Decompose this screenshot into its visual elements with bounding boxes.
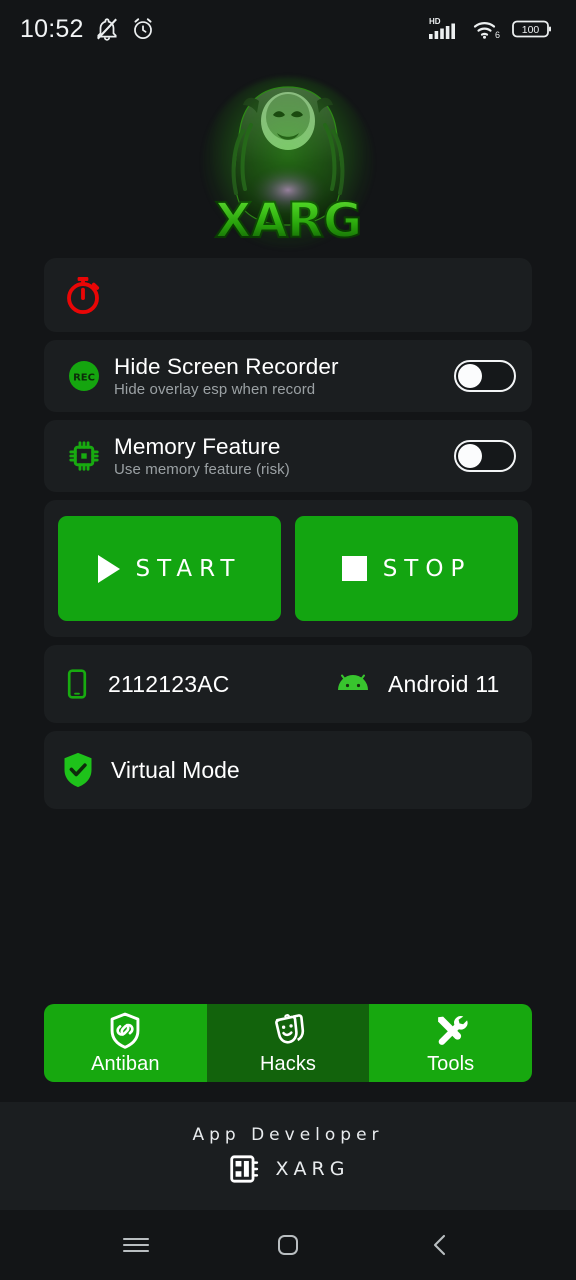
hide-screen-recorder-text: Hide Screen Recorder Hide overlay esp wh… <box>110 353 454 400</box>
stopwatch-icon <box>67 276 100 314</box>
wifi-generation-label: 6 <box>495 30 500 40</box>
stop-button-label: STOP <box>382 555 472 582</box>
xarg-logo: XARG <box>193 71 383 256</box>
theater-masks-icon <box>275 1013 305 1044</box>
footer-title: App Developer <box>192 1125 384 1145</box>
timer-card[interactable] <box>44 258 532 332</box>
shield-check-icon <box>64 752 92 788</box>
tab-tools-label: Tools <box>427 1052 475 1075</box>
tab-hacks[interactable]: Hacks <box>206 1004 370 1082</box>
smartphone-icon <box>67 669 87 699</box>
android-icon <box>338 674 368 690</box>
footer-developer-row: XARG <box>227 1151 350 1187</box>
device-os-label: Android 11 <box>388 670 500 697</box>
hide-screen-recorder-title: Hide Screen Recorder <box>114 353 339 379</box>
signal-bars-icon: HD <box>429 17 455 39</box>
main-content: REC Hide Screen Recorder Hide overlay es… <box>0 258 576 1004</box>
toggle-knob <box>458 364 482 388</box>
back-button[interactable] <box>410 1220 470 1270</box>
tab-tools[interactable]: Tools <box>369 1004 532 1082</box>
chevron-left-icon <box>433 1234 446 1256</box>
hide-screen-recorder-subtitle: Hide overlay esp when record <box>114 380 316 398</box>
hide-screen-recorder-row[interactable]: REC Hide Screen Recorder Hide overlay es… <box>44 340 532 412</box>
tools-icon <box>437 1015 468 1045</box>
app-screen: 10:52 HD 6 100 REC Hide Screen Recorder … <box>0 0 576 1280</box>
tab-antiban-label: Antiban <box>91 1052 160 1075</box>
memory-feature-title: Memory Feature <box>114 433 281 459</box>
start-button-label: START <box>135 555 242 582</box>
chip-icon <box>229 1155 258 1183</box>
menu-icon <box>122 1237 150 1253</box>
play-icon <box>97 554 120 583</box>
memory-feature-subtitle: Use memory feature (risk) <box>114 460 290 478</box>
memory-chip-icon <box>58 438 110 474</box>
home-square-icon <box>278 1235 298 1255</box>
clock-label: 10:52 <box>20 14 84 43</box>
bottom-tabs-container: Antiban Hacks Tools <box>0 1004 576 1082</box>
footer: App Developer XARG <box>0 1102 576 1210</box>
wifi-icon: 6 <box>473 22 500 40</box>
status-bar: 10:52 HD 6 100 <box>0 0 576 58</box>
memory-feature-text: Memory Feature Use memory feature (risk) <box>110 433 454 480</box>
start-button[interactable]: START <box>58 516 281 621</box>
hide-screen-recorder-toggle[interactable] <box>454 360 516 392</box>
device-os-cell: Android 11 <box>332 669 500 699</box>
app-logo-container: XARG <box>0 58 576 258</box>
logo-glow <box>203 76 373 248</box>
home-button[interactable] <box>258 1220 318 1270</box>
stop-button[interactable]: STOP <box>295 516 518 621</box>
bottom-tabs: Antiban Hacks Tools <box>44 1004 532 1082</box>
device-model-label: 2112123AC <box>108 670 230 697</box>
device-info-card: 2112123AC Android 11 <box>44 645 532 723</box>
alarm-clock-icon <box>133 18 152 39</box>
stop-icon <box>341 556 367 581</box>
action-buttons-card: START STOP <box>44 500 532 637</box>
status-bar-right: HD 6 100 <box>428 16 554 42</box>
device-model-cell: 2112123AC <box>60 665 332 703</box>
shield-link-icon <box>110 1012 140 1049</box>
android-navigation-bar <box>0 1210 576 1280</box>
memory-feature-row[interactable]: Memory Feature Use memory feature (risk) <box>44 420 532 492</box>
status-bar-left: 10:52 <box>20 15 156 44</box>
virtual-mode-card[interactable]: Virtual Mode <box>44 731 532 809</box>
footer-developer-name: XARG <box>275 1158 350 1180</box>
bell-mute-icon <box>96 18 117 41</box>
recents-button[interactable] <box>106 1220 166 1270</box>
toggle-knob <box>458 444 482 468</box>
memory-feature-toggle[interactable] <box>454 440 516 472</box>
rec-icon: REC <box>58 357 110 395</box>
battery-percent-label: 100 <box>522 24 540 36</box>
hd-label: HD <box>429 17 441 26</box>
virtual-mode-label: Virtual Mode <box>111 756 240 783</box>
tab-hacks-label: Hacks <box>259 1052 317 1075</box>
rec-icon-label: REC <box>73 373 95 384</box>
tab-antiban[interactable]: Antiban <box>44 1004 207 1082</box>
battery-icon: 100 <box>512 20 551 38</box>
